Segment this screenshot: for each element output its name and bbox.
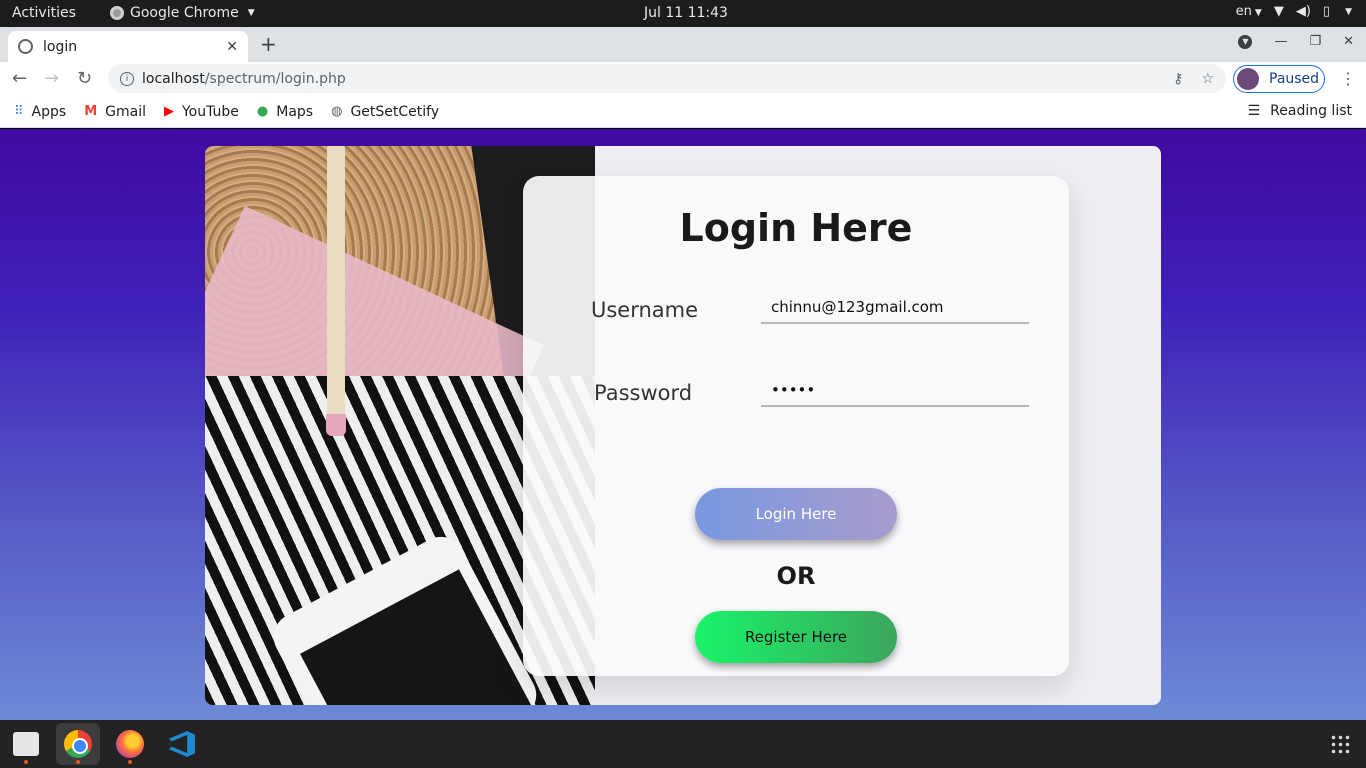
username-input[interactable] bbox=[761, 292, 1029, 324]
close-icon[interactable]: ✕ bbox=[226, 39, 238, 55]
more-menu-icon[interactable]: ⋮ bbox=[1340, 69, 1356, 88]
browser-toolbar: ← → ↻ i localhost/spectrum/login.php ⚷ ☆… bbox=[0, 62, 1366, 96]
tab-strip: login ✕ + ▼ — ❐ ✕ bbox=[0, 27, 1366, 62]
password-input[interactable] bbox=[761, 375, 1029, 407]
apps-grid-icon[interactable] bbox=[1330, 734, 1350, 754]
bookmark-youtube[interactable]: ▶ YouTube bbox=[164, 104, 239, 120]
system-tray[interactable]: en ▼ ▼ ◀) ▯ ▼ bbox=[1236, 4, 1352, 19]
bookmark-label: YouTube bbox=[181, 103, 239, 120]
star-icon[interactable]: ☆ bbox=[1201, 71, 1214, 87]
key-icon[interactable]: ⚷ bbox=[1173, 71, 1183, 87]
restore-icon[interactable]: ❐ bbox=[1309, 34, 1321, 49]
bookmark-label: Gmail bbox=[105, 103, 146, 120]
dock-chrome[interactable] bbox=[56, 723, 100, 765]
login-card: Login Here Username Password Login Here … bbox=[205, 146, 1161, 705]
volume-icon: ◀) bbox=[1295, 4, 1311, 19]
bookmark-label: GetSetCetify bbox=[350, 103, 440, 120]
vscode-icon bbox=[169, 731, 195, 757]
back-icon[interactable]: ← bbox=[12, 68, 27, 89]
system-top-bar: Activities Google Chrome ▼ Jul 11 11:43 … bbox=[0, 0, 1366, 27]
firefox-icon bbox=[116, 730, 144, 758]
login-button[interactable]: Login Here bbox=[695, 488, 897, 540]
login-panel: Login Here Username Password Login Here … bbox=[523, 176, 1069, 676]
tab-title: login bbox=[43, 38, 78, 55]
forward-icon[interactable]: → bbox=[44, 68, 59, 89]
address-bar[interactable]: i localhost/spectrum/login.php ⚷ ☆ bbox=[108, 64, 1226, 93]
files-icon bbox=[13, 732, 39, 756]
bookmark-getsetcetify[interactable]: ◍ GetSetCetify bbox=[331, 104, 439, 120]
new-tab-button[interactable]: + bbox=[260, 32, 277, 56]
pencil bbox=[326, 146, 346, 436]
globe-icon: ◍ bbox=[331, 104, 343, 119]
reading-list-button[interactable]: ☰ Reading list bbox=[1248, 103, 1352, 119]
chevron-down-icon: ▼ bbox=[1254, 8, 1262, 18]
apps-grid-icon: ⠿ bbox=[14, 104, 24, 119]
app-menu-label: Google Chrome bbox=[130, 5, 239, 21]
maps-icon: ● bbox=[256, 104, 269, 119]
register-button[interactable]: Register Here bbox=[695, 611, 897, 663]
dock-vscode[interactable] bbox=[160, 723, 204, 765]
url-host: localhost bbox=[142, 70, 205, 87]
tab-search-icon[interactable]: ▼ bbox=[1238, 34, 1253, 49]
battery-icon: ▯ bbox=[1322, 4, 1331, 19]
youtube-icon: ▶ bbox=[163, 104, 174, 119]
input-language-label: en bbox=[1235, 4, 1252, 19]
dock-files[interactable] bbox=[4, 723, 48, 765]
page-background: Login Here Username Password Login Here … bbox=[0, 129, 1366, 720]
or-divider: OR bbox=[776, 562, 816, 590]
profile-button[interactable]: Paused bbox=[1233, 65, 1325, 93]
bookmark-label: Apps bbox=[31, 103, 67, 120]
chrome-icon bbox=[110, 6, 124, 20]
chevron-down-icon: ▼ bbox=[1345, 6, 1352, 17]
running-indicator bbox=[76, 760, 80, 764]
wifi-icon: ▼ bbox=[1273, 4, 1284, 19]
app-menu[interactable]: Google Chrome ▼ bbox=[110, 5, 255, 21]
close-window-icon[interactable]: ✕ bbox=[1343, 34, 1354, 49]
username-label: Username bbox=[591, 298, 699, 322]
browser-tab[interactable]: login ✕ bbox=[8, 31, 248, 62]
globe-icon bbox=[18, 39, 33, 54]
profile-status: Paused bbox=[1269, 71, 1320, 87]
reading-list-icon: ☰ bbox=[1247, 103, 1261, 119]
input-language[interactable]: en ▼ bbox=[1236, 4, 1262, 19]
info-icon[interactable]: i bbox=[120, 71, 134, 86]
password-label: Password bbox=[594, 381, 693, 405]
bookmark-apps[interactable]: ⠿ Apps bbox=[14, 104, 66, 120]
dock-firefox[interactable] bbox=[108, 723, 152, 765]
reload-icon[interactable]: ↻ bbox=[77, 68, 92, 89]
bookmark-gmail[interactable]: M Gmail bbox=[84, 104, 146, 120]
avatar bbox=[1237, 68, 1259, 90]
reading-list-label: Reading list bbox=[1270, 103, 1352, 119]
clock[interactable]: Jul 11 11:43 bbox=[644, 5, 728, 21]
login-title: Login Here bbox=[679, 206, 913, 250]
running-indicator bbox=[24, 760, 28, 764]
chevron-down-icon: ▼ bbox=[247, 8, 255, 18]
running-indicator bbox=[128, 760, 132, 764]
chrome-icon bbox=[64, 730, 92, 758]
minimize-icon[interactable]: — bbox=[1274, 34, 1287, 49]
url-path: /spectrum/login.php bbox=[204, 70, 346, 87]
gmail-icon: M bbox=[84, 104, 98, 119]
window-controls: ▼ — ❐ ✕ bbox=[1238, 34, 1354, 49]
bookmark-maps[interactable]: ● Maps bbox=[257, 104, 313, 120]
taskbar-dock bbox=[0, 720, 1366, 768]
activities-button[interactable]: Activities bbox=[12, 5, 76, 21]
bookmarks-bar: ⠿ Apps M Gmail ▶ YouTube ● Maps ◍ GetSetCetif… bbox=[0, 96, 1366, 128]
bookmark-label: Maps bbox=[276, 103, 314, 120]
